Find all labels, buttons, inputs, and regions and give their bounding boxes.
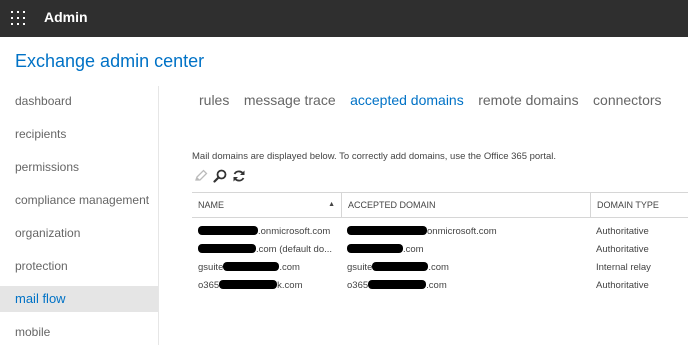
cell-domain-type: Authoritative <box>596 226 649 237</box>
tab-remote-domains[interactable]: remote domains <box>478 92 578 108</box>
table-row[interactable]: o365 k.com o365 .com Authoritative <box>192 277 688 295</box>
cell-name: .onmicrosoft.com <box>198 223 338 241</box>
app-launcher-icon[interactable] <box>11 11 25 25</box>
cell-name: gsuite .com <box>198 261 300 273</box>
cell-domain-type: Authoritative <box>596 280 649 291</box>
tab-connectors[interactable]: connectors <box>593 92 661 108</box>
cell-name: o365 k.com <box>198 279 303 291</box>
nav-item-recipients[interactable]: recipients <box>0 121 158 147</box>
top-bar: Admin <box>0 0 688 37</box>
nav-item-permissions[interactable]: permissions <box>0 154 158 180</box>
table-body: .onmicrosoft.com onmicrosoft.com Authori… <box>192 223 688 295</box>
table-row[interactable]: .onmicrosoft.com onmicrosoft.com Authori… <box>192 223 688 241</box>
column-header-accepted-domain[interactable]: ACCEPTED DOMAIN <box>341 193 590 217</box>
nav-item-organization[interactable]: organization <box>0 220 158 246</box>
redaction <box>223 261 280 271</box>
nav-item-mobile[interactable]: mobile <box>0 319 158 345</box>
redaction <box>198 243 256 253</box>
sort-ascending-icon: ▲ <box>328 201 335 208</box>
redaction <box>347 225 427 235</box>
nav-item-mail-flow[interactable]: mail flow <box>0 286 158 312</box>
table-row[interactable]: gsuite .com gsuite .com Internal relay <box>192 259 688 277</box>
domains-table: NAME ▲ ACCEPTED DOMAIN DOMAIN TYPE .onmi… <box>192 192 688 295</box>
refresh-icon[interactable] <box>232 169 246 183</box>
left-nav: dashboard recipients permissions complia… <box>0 86 159 345</box>
redaction <box>372 261 429 271</box>
cell-accepted-domain: onmicrosoft.com <box>347 223 587 241</box>
search-icon[interactable] <box>213 169 227 183</box>
cell-domain-type: Authoritative <box>596 244 649 255</box>
cell-accepted-domain: gsuite .com <box>347 261 449 273</box>
tab-bar: rules message trace accepted domains rem… <box>199 92 672 112</box>
table-header: NAME ▲ ACCEPTED DOMAIN DOMAIN TYPE <box>192 192 688 218</box>
column-header-name[interactable]: NAME ▲ <box>192 193 341 217</box>
page-description: Mail domains are displayed below. To cor… <box>192 151 557 162</box>
redaction <box>347 243 403 253</box>
redaction <box>219 279 278 289</box>
nav-item-protection[interactable]: protection <box>0 253 158 279</box>
nav-item-dashboard[interactable]: dashboard <box>0 88 158 114</box>
pencil-icon[interactable] <box>194 169 208 183</box>
page-title: Exchange admin center <box>15 51 205 71</box>
tab-message-trace[interactable]: message trace <box>244 92 336 108</box>
tab-accepted-domains[interactable]: accepted domains <box>350 92 464 108</box>
app-title[interactable]: Admin <box>44 9 88 25</box>
cell-accepted-domain: o365 .com <box>347 279 447 291</box>
cell-domain-type: Internal relay <box>596 262 651 273</box>
redaction <box>198 225 258 235</box>
cell-name: .com (default do... <box>198 241 338 259</box>
cell-accepted-domain: .com <box>347 241 587 259</box>
table-row[interactable]: .com (default do... .com Authoritative <box>192 241 688 259</box>
nav-item-compliance-management[interactable]: compliance management <box>0 187 158 213</box>
column-header-domain-type[interactable]: DOMAIN TYPE <box>590 193 688 217</box>
tab-rules[interactable]: rules <box>199 92 229 108</box>
redaction <box>368 279 427 289</box>
